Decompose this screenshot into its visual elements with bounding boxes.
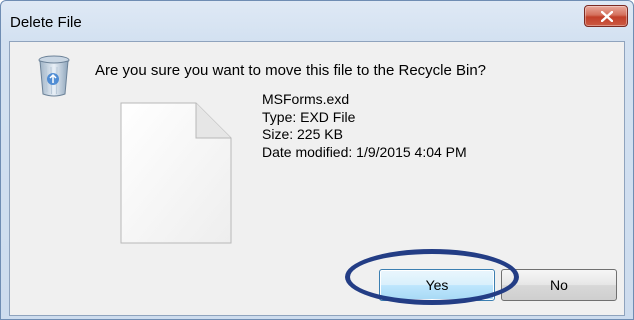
file-size: Size: 225 KB [262, 126, 343, 142]
file-date-modified: Date modified: 1/9/2015 4:04 PM [262, 143, 467, 160]
close-button[interactable] [584, 5, 628, 27]
yes-button[interactable]: Yes [379, 269, 495, 301]
dialog-body: Are you sure you want to move this file … [9, 41, 625, 316]
file-name: MSForms.exd [262, 91, 350, 107]
delete-file-dialog: Delete File Are you sure you want to mov… [0, 0, 634, 320]
recycle-bin-icon [38, 55, 70, 97]
close-x-icon [601, 11, 613, 22]
confirmation-question: Are you sure you want to move this file … [95, 62, 487, 79]
no-button[interactable]: No [501, 269, 617, 301]
window-title: Delete File [10, 14, 82, 31]
file-type: Type: EXD File [262, 108, 356, 125]
blank-document-icon [120, 102, 232, 244]
file-properties: MSForms.exd Type: EXD File Size: 225 KB … [262, 91, 467, 161]
title-bar[interactable]: Delete File [1, 1, 633, 41]
